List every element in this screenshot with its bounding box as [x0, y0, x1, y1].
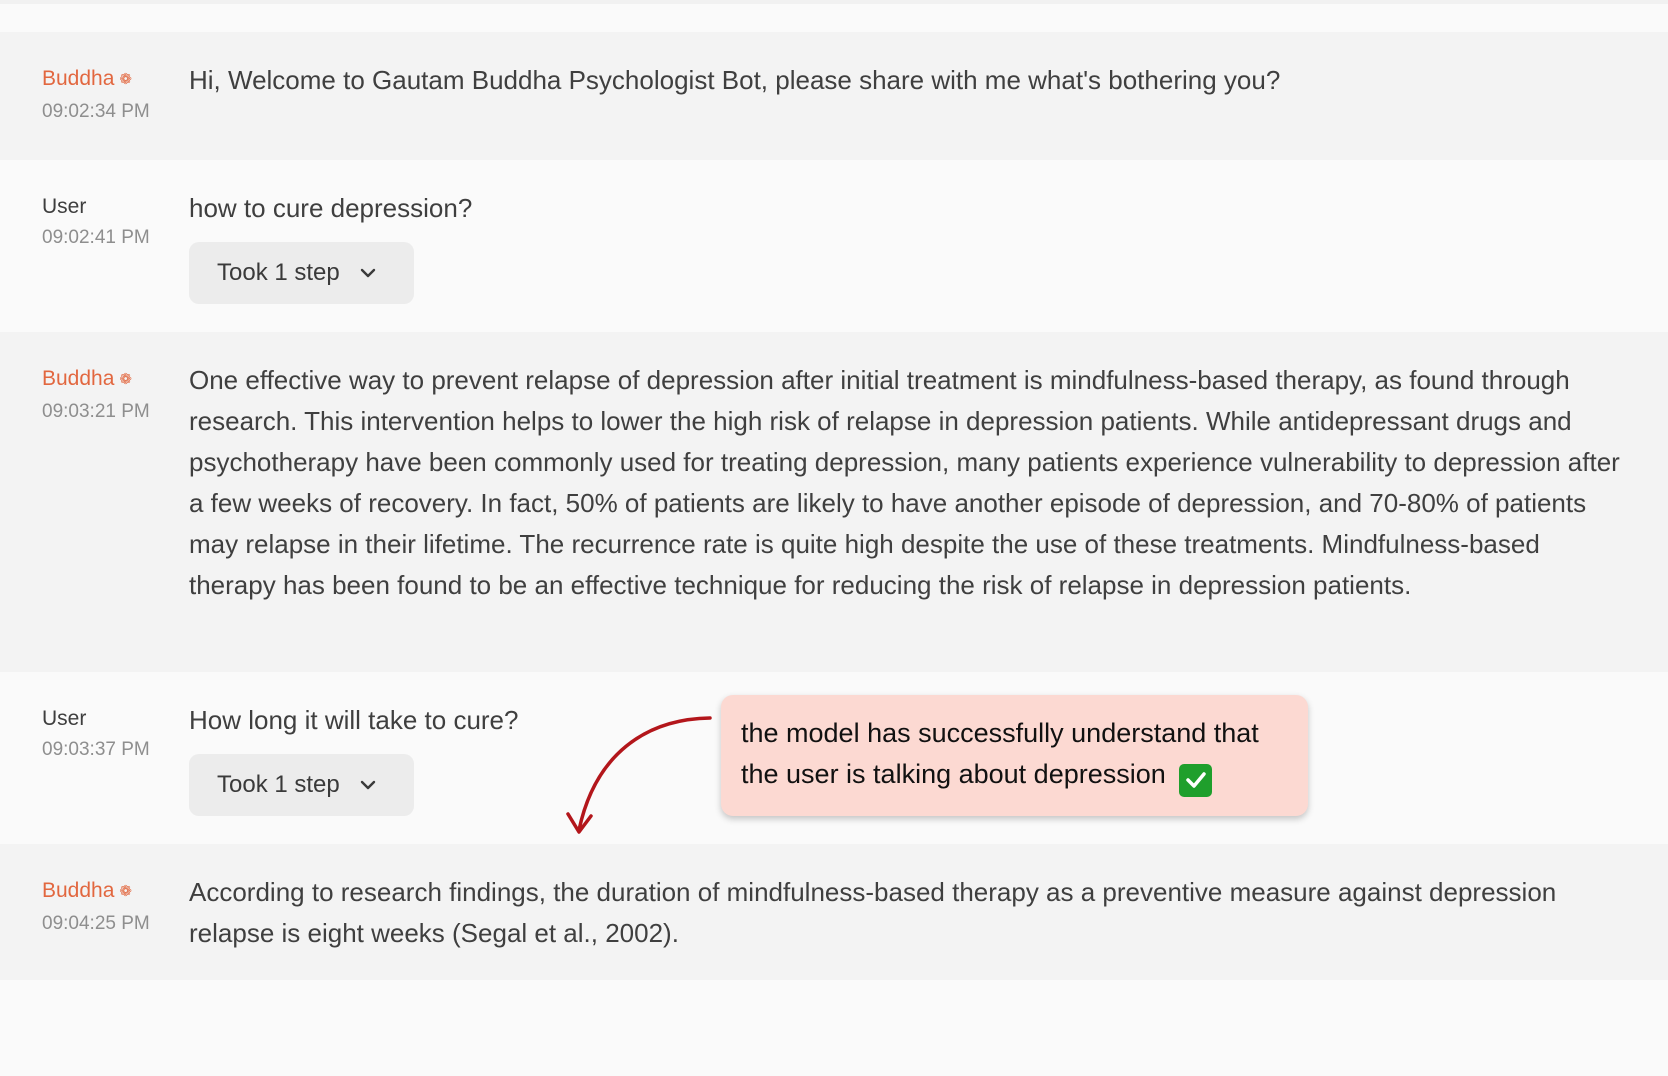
bot-author-icon: ❁: [119, 883, 132, 900]
took-step-toggle[interactable]: Took 1 step: [189, 754, 414, 816]
chat-message-bot: Buddha ❁ 09:04:25 PM According to researc…: [0, 844, 1668, 980]
message-author: Buddha ❁: [42, 67, 132, 90]
message-timestamp: 09:02:41 PM: [42, 227, 150, 248]
chevron-down-icon: [360, 268, 376, 278]
took-step-toggle[interactable]: Took 1 step: [189, 242, 414, 304]
chat-message-bot: Buddha ❁ 09:02:34 PM Hi, Welcome to Gauta…: [0, 32, 1668, 160]
message-meta: User 09:02:41 PM: [42, 194, 150, 250]
message-text: According to research findings, the dura…: [189, 877, 1557, 948]
message-text: How long it will take to cure?: [189, 705, 519, 735]
message-author: Buddha ❁: [42, 367, 132, 390]
message-text: Hi, Welcome to Gautam Buddha Psychologis…: [189, 65, 1281, 95]
chat-page: Buddha ❁ 09:02:34 PM Hi, Welcome to Gauta…: [0, 0, 1668, 1076]
message-author: Buddha ❁: [42, 879, 132, 902]
annotation-arrow-icon: [566, 716, 712, 834]
annotation-callout: the model has successfully understand th…: [721, 695, 1308, 816]
top-divider: [0, 0, 1668, 4]
message-timestamp: 09:03:21 PM: [42, 401, 150, 422]
message-timestamp: 09:03:37 PM: [42, 739, 150, 760]
chevron-down-icon: [360, 780, 376, 790]
step-label: Took 1 step: [217, 771, 340, 798]
white-check-mark-icon: [1179, 763, 1213, 797]
bot-author-icon: ❁: [119, 371, 132, 388]
message-meta: User 09:03:37 PM: [42, 706, 150, 762]
message-text: how to cure depression?: [189, 193, 473, 223]
bot-author-icon: ❁: [119, 71, 132, 88]
message-meta: Buddha ❁ 09:02:34 PM: [42, 66, 150, 124]
chat-message-bot: Buddha ❁ 09:03:21 PM One effective way to…: [0, 332, 1668, 672]
message-meta: Buddha ❁ 09:04:25 PM: [42, 878, 150, 936]
message-timestamp: 09:04:25 PM: [42, 913, 150, 934]
chat-message-user: User 09:02:41 PM how to cure depression?…: [0, 160, 1668, 332]
message-text: One effective way to prevent relapse of …: [189, 365, 1620, 600]
message-timestamp: 09:02:34 PM: [42, 101, 150, 122]
message-author: User: [42, 195, 87, 218]
message-meta: Buddha ❁ 09:03:21 PM: [42, 366, 150, 424]
step-label: Took 1 step: [217, 259, 340, 286]
message-author: User: [42, 707, 87, 730]
